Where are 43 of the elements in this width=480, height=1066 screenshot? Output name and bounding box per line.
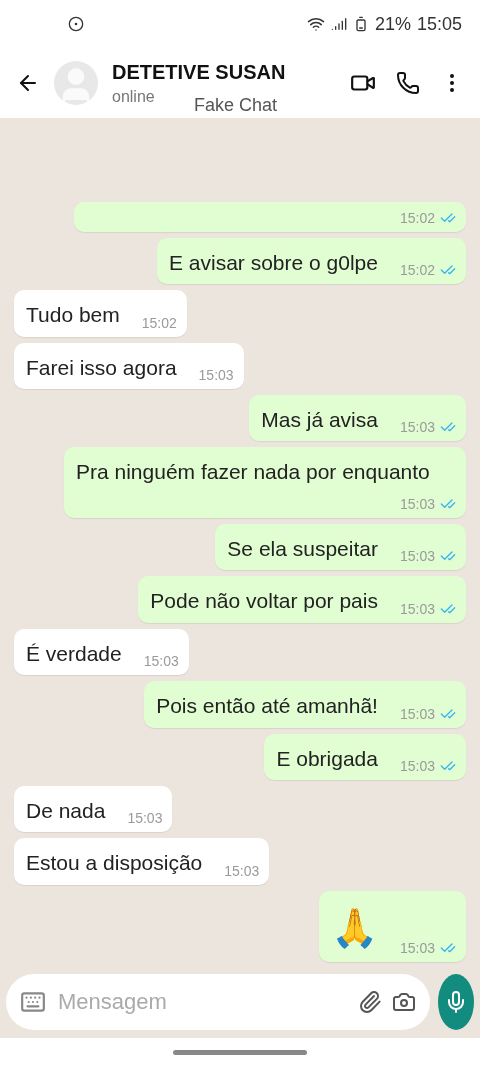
message-text: Estou a disposição: [26, 850, 203, 877]
phone-icon[interactable]: [396, 71, 420, 95]
microphone-button[interactable]: [438, 974, 474, 1030]
keyboard-icon[interactable]: [20, 989, 46, 1015]
home-indicator[interactable]: [173, 1049, 307, 1055]
message-text: Farei isso agora: [26, 354, 177, 381]
message-time: 15:03: [399, 600, 435, 617]
message-bar[interactable]: Mensagem: [6, 974, 430, 1030]
message-time: 15:03: [224, 862, 260, 879]
message-text: E avisar sobre o g0lpe: [169, 249, 378, 276]
screen-record-icon: [68, 16, 84, 32]
app-label: Fake Chat: [194, 95, 278, 116]
message-text: Pode não voltar por pais: [150, 588, 378, 615]
message-time: 15:03: [399, 940, 435, 956]
message-time: 15:03: [399, 548, 435, 565]
message-text: Tudo bem: [26, 302, 120, 329]
message-time: 15:03: [399, 419, 435, 436]
message-text: Pois então até amanhã!: [156, 693, 378, 720]
message-text: Se ela suspeitar: [227, 535, 378, 562]
contact-status: online: [112, 87, 155, 106]
clock: 15:05: [416, 13, 462, 35]
battery-percent: 21%: [374, 13, 411, 35]
message-text: 🙏: [330, 905, 378, 951]
message-time: 15:03: [143, 653, 179, 670]
message-time: 15:03: [127, 810, 163, 827]
message-field[interactable]: Mensagem: [56, 988, 348, 1016]
message-text: E obrigada: [276, 745, 378, 772]
message-text: Mas já avisa: [261, 406, 378, 433]
message-time: 15:03: [399, 495, 435, 512]
message-time: 15:03: [399, 758, 435, 775]
camera-icon[interactable]: [392, 990, 416, 1014]
message-text: Pra ninguém fazer nada por enquanto: [76, 459, 430, 486]
message-time: 15:02: [399, 262, 435, 279]
message-time: 15:02: [141, 314, 177, 331]
attach-icon[interactable]: [358, 990, 382, 1014]
contact-name: DETETIVE SUSAN: [112, 60, 286, 84]
message-text: É verdade: [26, 640, 122, 667]
message-time: 15:03: [198, 366, 234, 383]
signal-icon: [330, 16, 347, 32]
wifi-icon: [306, 15, 325, 33]
message-time: 15:03: [399, 705, 435, 722]
message-text: De nada: [26, 798, 106, 825]
message-time: 15:02: [399, 209, 435, 226]
